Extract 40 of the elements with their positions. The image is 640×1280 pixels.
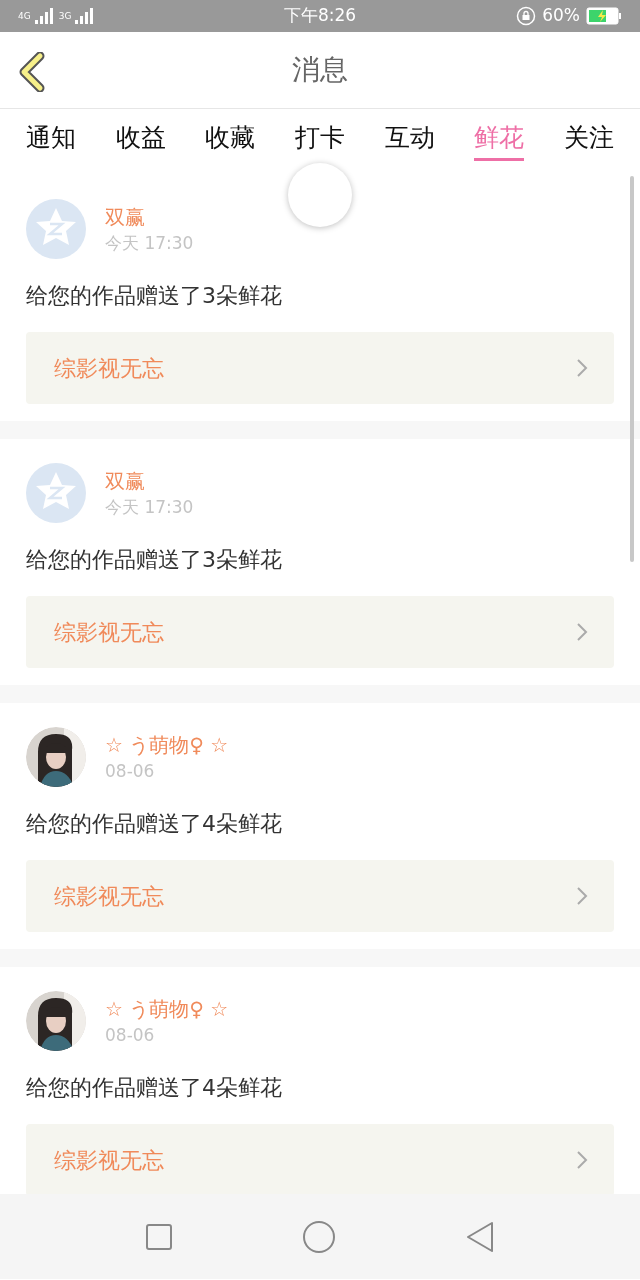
chevron-right-icon [576,886,588,906]
signal-icon [34,8,55,24]
status-time: 下午8:26 [283,4,357,28]
message-text: 给您的作品赠送了3朵鲜花 [26,282,283,310]
work-title: 综影视无忘 [54,618,164,647]
avatar-icon [26,463,86,523]
battery-percentage: 60% [542,4,580,28]
message-time: 今天 17:30 [105,496,194,519]
page-title: 消息 [292,52,348,88]
message-text: 给您的作品赠送了4朵鲜花 [26,810,283,838]
battery-icon [586,7,622,25]
home-icon[interactable] [302,1219,336,1254]
network-label: 3G [58,11,72,21]
sender-name: 双赢 [105,468,146,495]
work-title: 综影视无忘 [54,354,164,383]
tab[interactable]: 关注 [563,121,614,161]
chevron-right-icon [576,358,588,378]
work-title: 综影视无忘 [54,1146,164,1175]
rotation-lock-icon [516,6,537,26]
work-title: 综影视无忘 [54,882,164,911]
chevron-right-icon [576,622,588,642]
message-time: 今天 17:30 [105,232,194,255]
signal-icon [75,8,96,24]
message-time: 08-06 [105,760,156,783]
network-label: 4G [18,11,31,21]
tab[interactable]: 互动 [384,121,435,161]
chevron-right-icon [576,1150,588,1170]
tab[interactable]: 打卡 [294,121,345,161]
sender-name: ☆ う萌物♀ ☆ [105,996,229,1023]
sender-name: ☆ う萌物♀ ☆ [105,732,229,759]
message-time: 08-06 [105,1024,156,1047]
tab[interactable]: 收藏 [205,121,256,161]
tab[interactable]: 收益 [115,121,166,161]
avatar-icon [26,199,86,259]
recents-icon[interactable] [144,1222,173,1251]
sender-name: 双赢 [105,204,146,231]
message-text: 给您的作品赠送了3朵鲜花 [26,546,283,574]
tab[interactable]: 通知 [26,121,76,161]
back-icon[interactable] [465,1220,496,1253]
message-text: 给您的作品赠送了4朵鲜花 [26,1074,283,1102]
